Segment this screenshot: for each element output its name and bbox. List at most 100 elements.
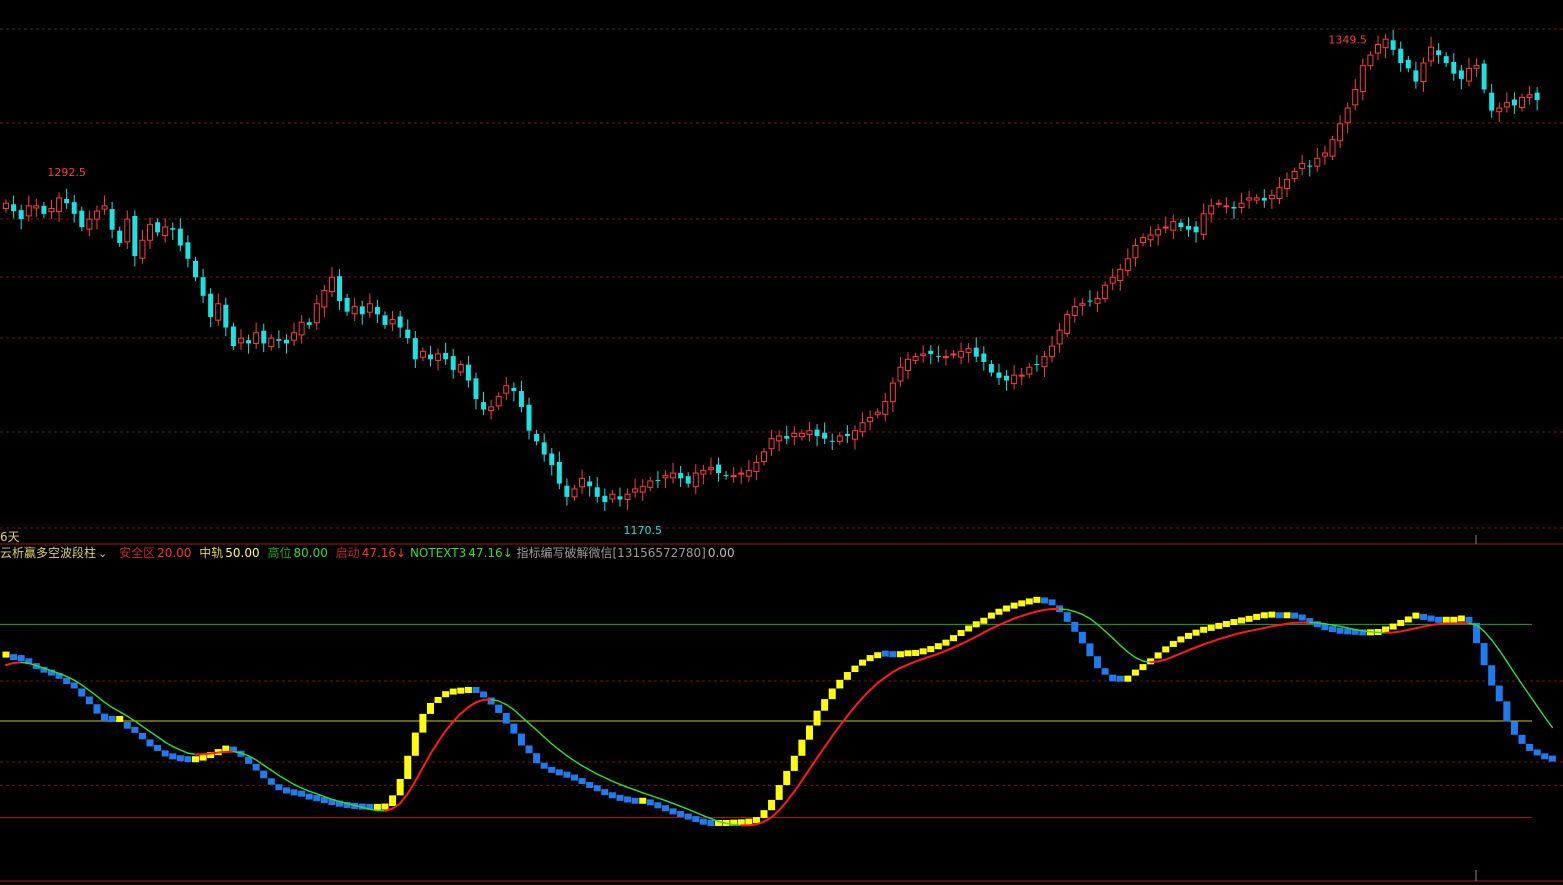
candle-body[interactable] bbox=[1049, 345, 1056, 358]
oscillator-bar[interactable] bbox=[1457, 615, 1465, 622]
candle-body[interactable] bbox=[579, 477, 586, 488]
oscillator-bar[interactable] bbox=[1450, 616, 1458, 623]
oscillator-bar[interactable] bbox=[1526, 743, 1534, 751]
candle-body[interactable] bbox=[193, 260, 198, 278]
candle-body[interactable] bbox=[1056, 329, 1063, 345]
oscillator-bar[interactable] bbox=[313, 795, 321, 802]
candle-body[interactable] bbox=[609, 493, 616, 500]
oscillator-bar[interactable] bbox=[305, 793, 313, 800]
candle-body[interactable] bbox=[1337, 123, 1344, 142]
oscillator-bar[interactable] bbox=[995, 608, 1003, 615]
candle-body[interactable] bbox=[1284, 178, 1291, 189]
candle-body[interactable] bbox=[435, 353, 442, 361]
candle-body[interactable] bbox=[700, 469, 707, 475]
oscillator-bar[interactable] bbox=[533, 753, 541, 764]
oscillator-bar[interactable] bbox=[1465, 616, 1473, 623]
candle-body[interactable] bbox=[1162, 226, 1169, 229]
candle-body[interactable] bbox=[1132, 245, 1139, 259]
oscillator-bar[interactable] bbox=[298, 790, 306, 797]
candle-body[interactable] bbox=[738, 472, 745, 475]
candle-body[interactable] bbox=[473, 378, 479, 399]
candle-body[interactable] bbox=[246, 340, 252, 344]
candle-body[interactable] bbox=[488, 406, 495, 412]
candle-body[interactable] bbox=[851, 430, 858, 440]
oscillator-bar[interactable] bbox=[199, 754, 207, 761]
oscillator-bar[interactable] bbox=[1344, 628, 1352, 635]
oscillator-bar[interactable] bbox=[101, 713, 109, 721]
oscillator-bar[interactable] bbox=[464, 686, 472, 693]
candle-body[interactable] bbox=[1079, 303, 1086, 306]
candle-body[interactable] bbox=[776, 435, 783, 442]
oscillator-bar[interactable] bbox=[548, 766, 556, 773]
oscillator-bar[interactable] bbox=[290, 789, 298, 796]
oscillator-bar[interactable] bbox=[798, 739, 806, 756]
oscillator-bar[interactable] bbox=[980, 617, 988, 624]
oscillator-bar[interactable] bbox=[176, 755, 184, 762]
oscillator-bar[interactable] bbox=[2, 651, 10, 658]
candle-body[interactable] bbox=[1231, 206, 1237, 209]
oscillator-bar[interactable] bbox=[1397, 620, 1405, 627]
candle-body[interactable] bbox=[465, 364, 471, 381]
candle-body[interactable] bbox=[556, 461, 562, 484]
candle-body[interactable] bbox=[1246, 197, 1253, 201]
oscillator-bar[interactable] bbox=[1154, 652, 1162, 659]
candle-body[interactable] bbox=[518, 391, 524, 407]
oscillator-bar[interactable] bbox=[874, 652, 882, 659]
candle-body[interactable] bbox=[1299, 163, 1306, 169]
oscillator-bar[interactable] bbox=[252, 763, 260, 771]
candle-body[interactable] bbox=[1018, 374, 1025, 377]
candle-body[interactable] bbox=[958, 350, 965, 358]
candle-body[interactable] bbox=[155, 222, 161, 233]
candle-body[interactable] bbox=[1155, 229, 1162, 236]
oscillator-bar[interactable] bbox=[116, 715, 124, 722]
candle-body[interactable] bbox=[237, 337, 244, 344]
candle-body[interactable] bbox=[1534, 92, 1540, 101]
candle-body[interactable] bbox=[889, 382, 896, 403]
candle-body[interactable] bbox=[655, 479, 661, 481]
candle-body[interactable] bbox=[745, 469, 752, 477]
candle-body[interactable] bbox=[920, 353, 927, 357]
candle-body[interactable] bbox=[670, 472, 677, 479]
candle-body[interactable] bbox=[928, 350, 934, 354]
candle-body[interactable] bbox=[405, 329, 411, 339]
oscillator-bar[interactable] bbox=[1321, 624, 1329, 631]
candle-body[interactable] bbox=[1367, 54, 1374, 67]
oscillator-bar[interactable] bbox=[457, 687, 465, 694]
oscillator-bar[interactable] bbox=[63, 677, 71, 684]
oscillator-bar[interactable] bbox=[161, 750, 169, 757]
oscillator-bar[interactable] bbox=[593, 785, 601, 792]
oscillator-bar[interactable] bbox=[881, 650, 889, 657]
candle-body[interactable] bbox=[594, 487, 600, 497]
oscillator-bar[interactable] bbox=[1541, 753, 1549, 760]
oscillator-bar[interactable] bbox=[1389, 623, 1397, 630]
oscillator-bar[interactable] bbox=[1495, 685, 1503, 702]
oscillator-bar[interactable] bbox=[957, 629, 965, 636]
oscillator-bar[interactable] bbox=[1040, 597, 1048, 604]
oscillator-bar[interactable] bbox=[1116, 675, 1124, 682]
candle-body[interactable] bbox=[1374, 44, 1381, 54]
candle-body[interactable] bbox=[678, 473, 684, 479]
candle-body[interactable] bbox=[1094, 297, 1101, 304]
oscillator-bar[interactable] bbox=[616, 794, 624, 801]
candle-body[interactable] bbox=[328, 276, 335, 293]
candle-body[interactable] bbox=[1011, 374, 1018, 385]
oscillator-bar[interactable] bbox=[1435, 616, 1443, 623]
candle-body[interactable] bbox=[1359, 65, 1366, 93]
candle-body[interactable] bbox=[1496, 107, 1503, 113]
oscillator-bar[interactable] bbox=[1382, 626, 1390, 633]
oscillator-bar[interactable] bbox=[1184, 632, 1192, 639]
candle-body[interactable] bbox=[1185, 225, 1191, 230]
candle-body[interactable] bbox=[617, 496, 623, 500]
oscillator-bar[interactable] bbox=[745, 818, 753, 825]
candle-body[interactable] bbox=[867, 416, 874, 423]
candle-body[interactable] bbox=[1526, 94, 1533, 98]
oscillator-bar[interactable] bbox=[805, 725, 813, 740]
stock-chart[interactable]: 1349.5 1292.5 1170.5 bbox=[0, 0, 1563, 885]
candle-body[interactable] bbox=[117, 230, 123, 243]
oscillator-bar[interactable] bbox=[540, 762, 548, 769]
candle-body[interactable] bbox=[3, 202, 9, 210]
oscillator-bar[interactable] bbox=[1086, 643, 1094, 657]
oscillator-bar[interactable] bbox=[154, 744, 162, 751]
candle-body[interactable] bbox=[1004, 375, 1010, 381]
oscillator-bar[interactable] bbox=[866, 655, 874, 662]
